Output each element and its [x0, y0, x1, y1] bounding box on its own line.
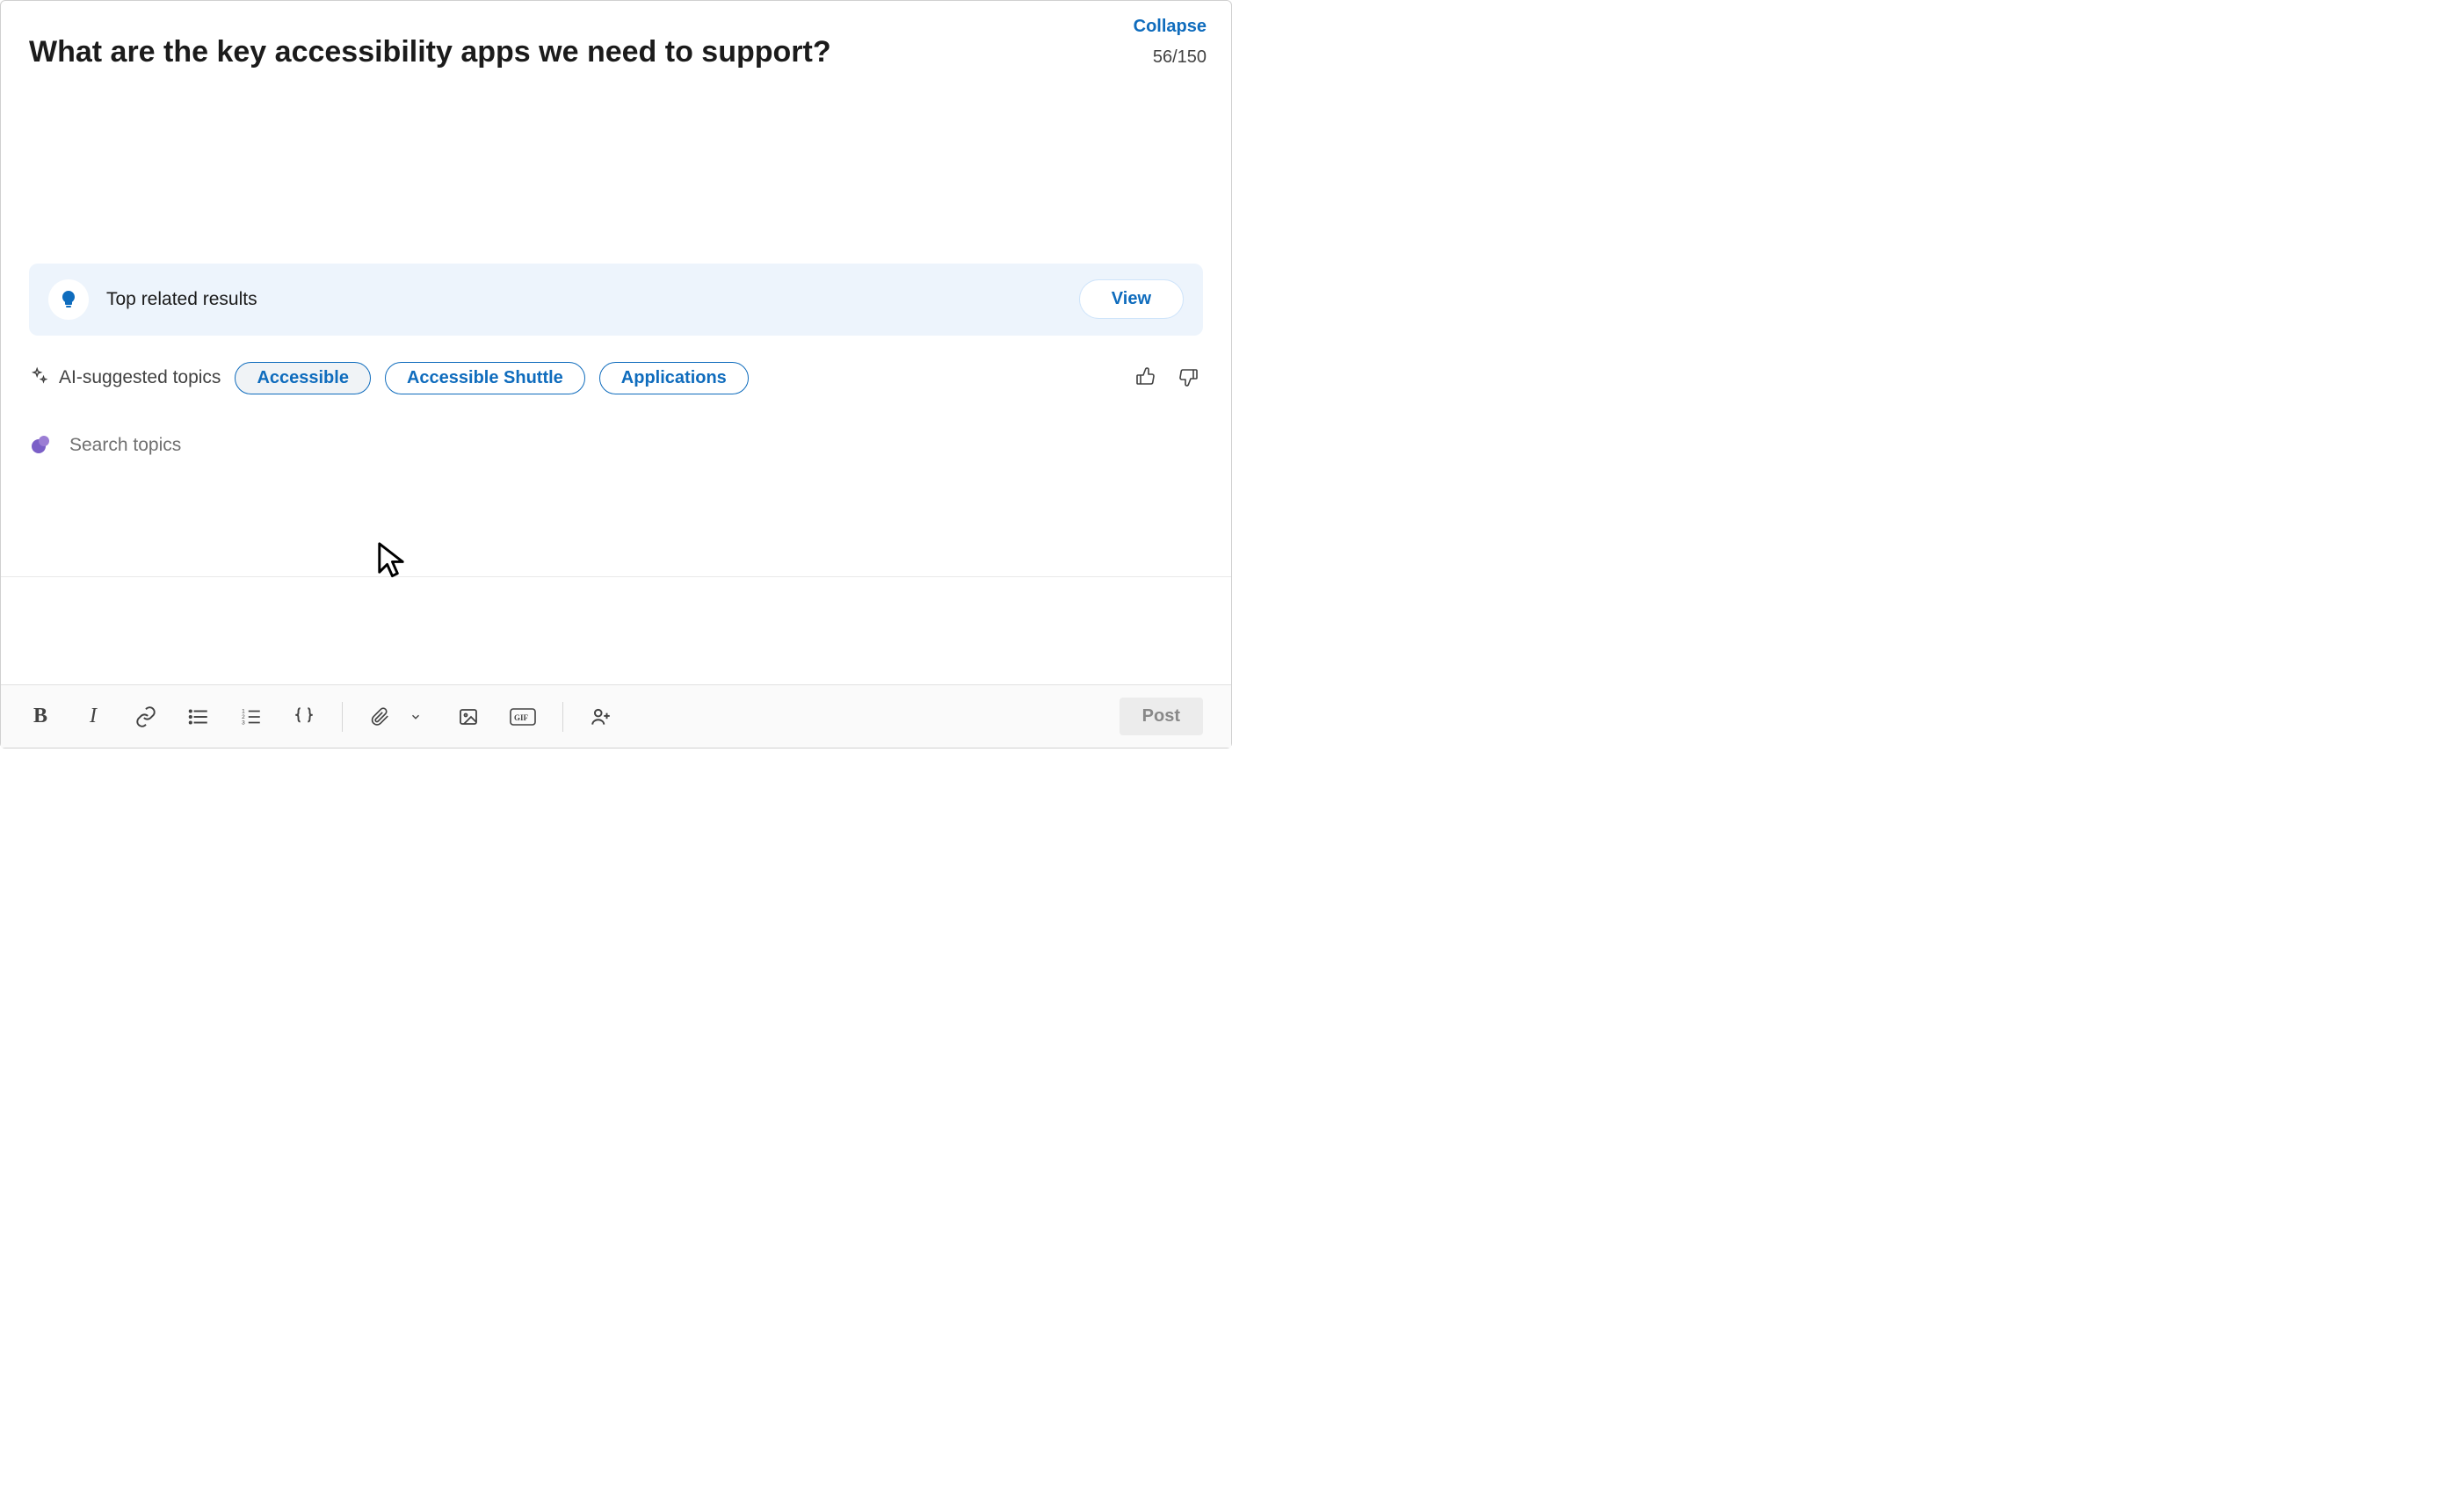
numbered-list-button[interactable]: 1 2 3	[240, 704, 263, 730]
code-block-button[interactable]	[293, 704, 315, 730]
question-title[interactable]: What are the key accessibility apps we n…	[29, 34, 1134, 70]
topics-icon	[29, 431, 54, 460]
related-results-label: Top related results	[106, 289, 257, 310]
related-left: Top related results	[48, 279, 257, 320]
link-button[interactable]	[134, 704, 157, 730]
attachment-button[interactable]	[369, 704, 392, 730]
ai-suggested-label: AI-suggested topics	[59, 367, 221, 388]
related-results-card: Top related results View	[29, 264, 1203, 336]
view-button[interactable]: View	[1079, 279, 1184, 319]
collapse-link[interactable]: Collapse	[1134, 17, 1207, 37]
bullet-list-button[interactable]	[187, 704, 210, 730]
formatting-toolbar: B I 1 2 3	[1, 684, 1231, 748]
divider	[1, 576, 1231, 577]
mention-person-button[interactable]	[590, 704, 612, 730]
italic-button[interactable]: I	[82, 704, 105, 730]
cursor-icon	[375, 541, 407, 584]
attachment-dropdown[interactable]	[404, 704, 427, 730]
ai-label-wrap: AI-suggested topics	[29, 366, 221, 390]
image-button[interactable]	[457, 704, 480, 730]
topic-pill-applications[interactable]: Applications	[599, 362, 749, 394]
header-row: What are the key accessibility apps we n…	[1, 1, 1231, 70]
svg-text:3: 3	[242, 720, 245, 726]
topic-pill-accessible-shuttle[interactable]: Accessible Shuttle	[385, 362, 585, 394]
sparkle-icon	[29, 366, 48, 390]
ai-suggested-row: AI-suggested topics Accessible Accessibl…	[29, 362, 1203, 394]
gif-button[interactable]: GIF	[510, 704, 536, 730]
bold-button[interactable]: B	[29, 704, 52, 730]
title-wrap: What are the key accessibility apps we n…	[29, 17, 1134, 70]
thumbs-up-button[interactable]	[1131, 363, 1159, 394]
topic-pill-accessible[interactable]: Accessible	[235, 362, 371, 394]
toolbar-separator-2	[562, 702, 563, 732]
post-button[interactable]: Post	[1120, 698, 1203, 735]
feedback-thumbs	[1131, 363, 1203, 394]
header-right: Collapse 56/150	[1134, 17, 1207, 68]
search-topics-input[interactable]: Search topics	[69, 435, 181, 456]
thumbs-down-button[interactable]	[1175, 363, 1203, 394]
toolbar-separator	[342, 702, 343, 732]
lightbulb-icon	[48, 279, 89, 320]
search-topics-row[interactable]: Search topics	[29, 431, 1203, 460]
svg-text:GIF: GIF	[514, 713, 529, 722]
char-counter: 56/150	[1153, 47, 1207, 68]
